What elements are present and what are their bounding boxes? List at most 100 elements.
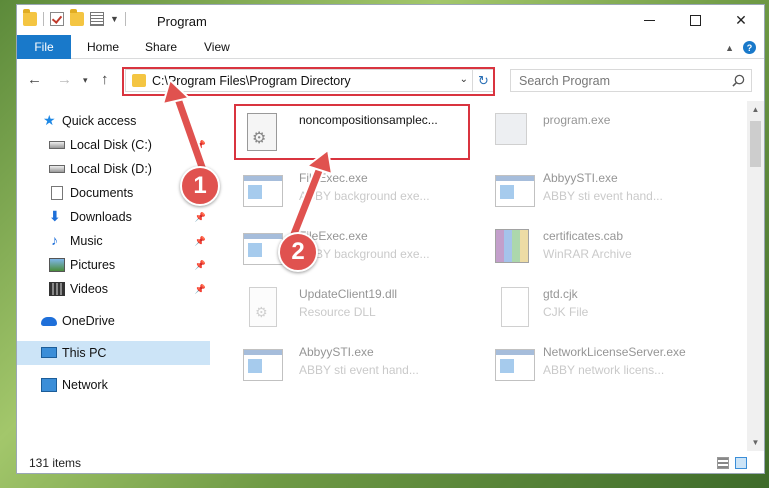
file-name: NetworkLicenseServer.exe [543, 345, 686, 359]
properties-icon[interactable] [90, 12, 104, 26]
winrar-icon [495, 229, 529, 263]
recent-locations-icon[interactable]: ▾ [83, 75, 88, 86]
drive-icon [49, 141, 65, 149]
details-view-icon[interactable] [717, 457, 729, 469]
large-icons-view-icon[interactable] [735, 457, 747, 469]
sidebar-item-pictures[interactable]: Pictures 📌 [17, 253, 210, 277]
maximize-icon [689, 14, 701, 26]
scrollbar-thumb[interactable] [750, 121, 761, 167]
ribbon-tabs: File Home Share View ▲ ? [17, 35, 764, 59]
quick-access-toolbar: ▼ [23, 9, 126, 26]
file-description: WinRAR Archive [543, 247, 632, 261]
title-bar: ▼ Program ✕ [17, 5, 764, 35]
minimize-icon [643, 19, 655, 21]
file-item-fileexec-exe[interactable]: FileExec.exe ABBY background exe... [239, 165, 479, 221]
file-item-certificates-cab[interactable]: certificates.cab WinRAR Archive [491, 223, 731, 279]
up-arrow-icon[interactable]: ↑ [101, 71, 109, 88]
navigation-pane: ★ Quick access Local Disk (C:) 📌 Local D… [17, 101, 210, 451]
pin-icon[interactable]: 📌 [195, 212, 206, 223]
minimize-button[interactable] [626, 5, 672, 35]
sidebar-item-videos[interactable]: Videos 📌 [17, 277, 210, 301]
exe-icon [243, 175, 283, 207]
tab-file[interactable]: File [17, 35, 71, 59]
search-icon[interactable] [732, 74, 745, 87]
address-highlight-box [122, 67, 495, 96]
file-description: Resource DLL [299, 305, 376, 319]
onedrive-icon [41, 317, 57, 326]
sidebar-item-label: Downloads [70, 210, 132, 224]
forward-arrow-icon[interactable]: → [57, 71, 72, 88]
tab-share[interactable]: Share [145, 35, 177, 59]
window-title: Program [157, 14, 207, 29]
file-item-updateclient19-dll[interactable]: UpdateClient19.dll Resource DLL [239, 281, 479, 337]
exe-icon [495, 175, 535, 207]
file-description: ABBY background exe... [299, 189, 430, 203]
file-item-networklicenseserver-exe[interactable]: NetworkLicenseServer.exe ABBY network li… [491, 339, 731, 395]
scroll-down-icon[interactable]: ▼ [747, 434, 764, 451]
back-arrow-icon[interactable]: ← [27, 71, 42, 88]
sidebar-item-label: Music [70, 234, 103, 248]
close-button[interactable]: ✕ [718, 5, 764, 35]
close-icon: ✕ [735, 11, 747, 28]
sidebar-item-label: Pictures [70, 258, 116, 272]
downloads-icon: ⬇ [49, 208, 61, 224]
file-name: gtd.cjk [543, 287, 578, 301]
documents-icon [51, 186, 63, 200]
pin-icon[interactable]: 📌 [195, 284, 206, 295]
file-item-program-exe[interactable]: program.exe [491, 107, 731, 163]
item-count: 131 items [29, 456, 82, 470]
customize-toolbar-icon[interactable]: ▼ [110, 14, 119, 24]
file-item-gtd-cjk[interactable]: gtd.cjk CJK File [491, 281, 731, 337]
search-placeholder: Search Program [519, 74, 611, 88]
toolbar-divider [43, 12, 44, 26]
file-name: AbbyySTI.exe [543, 171, 618, 185]
status-bar: 131 items [17, 451, 764, 473]
expand-ribbon-icon[interactable]: ▲ [725, 43, 734, 53]
file-name: AbbyySTI.exe [299, 345, 374, 359]
help-icon[interactable]: ? [743, 41, 756, 54]
program-exe-icon [495, 113, 527, 145]
file-description: ABBY sti event hand... [299, 363, 419, 377]
exe-icon [495, 349, 535, 381]
vertical-scrollbar[interactable]: ▲ ▼ [747, 101, 764, 451]
sidebar-item-local-disk-c[interactable]: Local Disk (C:) 📌 [17, 133, 210, 157]
pin-icon[interactable]: 📌 [195, 236, 206, 247]
step-1-badge: 1 [180, 166, 220, 206]
music-icon: ♪ [51, 232, 58, 248]
maximize-button[interactable] [672, 5, 718, 35]
properties-check-icon[interactable] [50, 12, 64, 26]
pictures-icon [49, 258, 65, 272]
sidebar-item-this-pc[interactable]: This PC [17, 341, 210, 365]
sidebar-item-network[interactable]: Network [17, 373, 210, 397]
sidebar-item-music[interactable]: ♪ Music 📌 [17, 229, 210, 253]
sidebar-item-quick-access[interactable]: ★ Quick access [17, 109, 210, 133]
window-controls: ✕ [626, 5, 764, 35]
file-name: program.exe [543, 113, 611, 127]
pin-icon[interactable]: 📌 [195, 260, 206, 271]
exe-icon [243, 349, 283, 381]
file-item-abbyysti-exe[interactable]: AbbyySTI.exe ABBY sti event hand... [239, 339, 479, 395]
scroll-up-icon[interactable]: ▲ [747, 101, 764, 118]
this-pc-icon [41, 347, 57, 358]
folder-icon[interactable] [23, 9, 37, 26]
sidebar-item-label: Videos [70, 282, 108, 296]
new-folder-icon[interactable] [70, 9, 84, 26]
toolbar-divider [124, 12, 126, 26]
file-description: ABBY background exe... [299, 247, 430, 261]
file-highlight-box [234, 104, 470, 160]
search-input[interactable]: Search Program [510, 69, 752, 92]
file-item-fileexec-exe[interactable]: FileExec.exe ABBY background exe... [239, 223, 479, 279]
file-name: UpdateClient19.dll [299, 287, 398, 301]
cjk-icon [501, 287, 529, 327]
sidebar-item-onedrive[interactable]: OneDrive [17, 309, 210, 333]
sidebar-item-downloads[interactable]: ⬇ Downloads 📌 [17, 205, 210, 229]
videos-icon [49, 282, 65, 296]
sidebar-item-label: OneDrive [62, 314, 115, 328]
tab-home[interactable]: Home [87, 35, 119, 59]
file-item-abbyysti-exe[interactable]: AbbyySTI.exe ABBY sti event hand... [491, 165, 731, 221]
file-name: FileExec.exe [299, 171, 368, 185]
pin-icon[interactable]: 📌 [195, 140, 206, 151]
tab-view[interactable]: View [204, 35, 230, 59]
file-description: CJK File [543, 305, 589, 319]
step-2-badge: 2 [278, 232, 318, 272]
